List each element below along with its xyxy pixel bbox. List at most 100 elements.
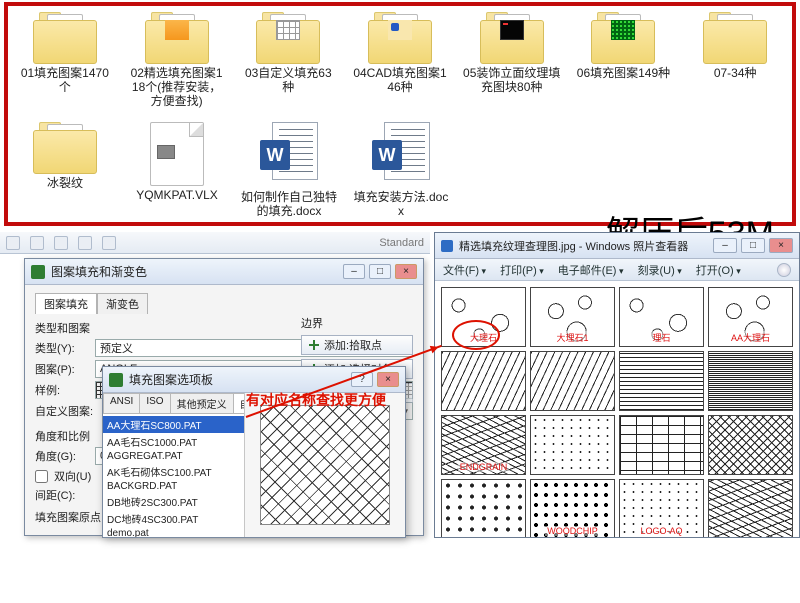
pick-points-button[interactable]: 添加:拾取点 (301, 335, 413, 355)
tab-iso[interactable]: ISO (139, 393, 170, 413)
pattern-item[interactable]: DC地砖4SC300.PAT (103, 510, 244, 527)
pattern-list: ANSI ISO 其他预定义 自定义 AA大理石SC800.PATAA毛石SC1… (103, 393, 245, 537)
folder-label: 冰裂纹 (47, 176, 83, 190)
folder-05[interactable]: 05装饰立面纹理填充图块80种 (463, 12, 561, 108)
pattern-item[interactable]: AA毛石SC1000.PAT (103, 433, 244, 450)
pattern-items[interactable]: AA大理石SC800.PATAA毛石SC1000.PATAGGREGAT.PAT… (103, 414, 244, 537)
tool-button[interactable] (78, 236, 92, 250)
file-label: YQMKPAT.VLX (136, 188, 218, 202)
texture-label: AA大理石 (729, 331, 772, 344)
texture-cell[interactable]: WOODCHIP (530, 479, 615, 537)
file-docx-howto[interactable]: W如何制作自己独特的填充.docx (240, 122, 338, 218)
texture-cell[interactable]: AA大理石 (708, 287, 793, 347)
tab-ansi[interactable]: ANSI (103, 393, 140, 413)
tool-button[interactable] (6, 236, 20, 250)
tool-button[interactable] (102, 236, 116, 250)
menu-email[interactable]: 电子邮件(E) (558, 262, 624, 278)
hatch-titlebar[interactable]: 图案填充和渐变色 – □ × (25, 259, 423, 285)
close-button[interactable]: × (395, 264, 417, 279)
pattern-preview (245, 393, 405, 537)
checkbox-double[interactable] (35, 470, 48, 483)
pattern-item[interactable]: AA大理石SC800.PAT (103, 416, 244, 433)
pattern-item[interactable]: AK毛石砌体SC100.PAT (103, 463, 244, 480)
file-docx-install[interactable]: W填充安装方法.docx (352, 122, 450, 218)
texture-cell[interactable]: 理石 (619, 287, 704, 347)
tab-custom[interactable]: 自定义 (233, 393, 245, 413)
app-icon (31, 265, 45, 279)
menu-open[interactable]: 打开(O) (696, 262, 741, 278)
viewer-titlebar[interactable]: 精选填充纹理查理图.jpg - Windows 照片查看器 – □ × (435, 233, 799, 259)
viewer-app-icon (441, 240, 453, 252)
folder-icon (33, 122, 97, 174)
word-icon: W (260, 122, 318, 188)
folder-label: 06填充图案149种 (577, 66, 670, 80)
texture-label: ENDGRAIN (458, 462, 510, 472)
texture-cell[interactable] (708, 479, 793, 537)
tool-button[interactable] (54, 236, 68, 250)
help-icon[interactable] (777, 263, 791, 277)
folder-02[interactable]: 02精选填充图案118个(推荐安装，方便查找) (128, 12, 226, 108)
palette-titlebar[interactable]: 填充图案选项板 ? × (103, 367, 405, 393)
select-value: 预定义 (100, 340, 133, 356)
texture-label: WOODCHIP (545, 526, 600, 536)
pattern-item[interactable]: AGGREGAT.PAT (103, 450, 244, 463)
texture-cell[interactable]: 大理石1 (530, 287, 615, 347)
texture-cell[interactable]: LOGO-AQ (619, 479, 704, 537)
pattern-item[interactable]: BACKGRD.PAT (103, 480, 244, 493)
texture-label: 大理石1 (554, 331, 590, 344)
minimize-button[interactable]: – (713, 238, 737, 253)
folder-03[interactable]: 03自定义填充63种 (239, 12, 337, 108)
viewer-title: 精选填充纹理查理图.jpg - Windows 照片查看器 (459, 238, 688, 254)
help-button[interactable]: ? (351, 372, 373, 387)
folder-icon (591, 12, 655, 64)
explorer-row-1: 01填充图案1470个 02精选填充图案118个(推荐安装，方便查找) 03自定… (10, 12, 790, 108)
folder-icon (145, 12, 209, 64)
folder-01[interactable]: 01填充图案1470个 (16, 12, 114, 108)
texture-cell[interactable]: 大理石 (441, 287, 526, 347)
texture-thumb (442, 480, 525, 537)
close-button[interactable]: × (769, 238, 793, 253)
texture-cell[interactable] (441, 479, 526, 537)
menu-file[interactable]: 文件(F) (443, 262, 486, 278)
tab-other[interactable]: 其他预定义 (170, 393, 234, 413)
menu-burn[interactable]: 刻录(U) (637, 262, 681, 278)
texture-gallery[interactable]: 大理石大理石1 理石 AA大理石 ENDGRAIN WOODCHIP LOGO-AQ (435, 281, 799, 537)
label-type: 类型(Y): (35, 340, 89, 356)
thumb-icon (500, 20, 524, 40)
texture-cell[interactable]: ENDGRAIN (441, 415, 526, 475)
palette-tabs: ANSI ISO 其他预定义 自定义 (103, 393, 244, 414)
folder-ice[interactable]: 冰裂纹 (16, 122, 114, 218)
texture-cell[interactable] (708, 415, 793, 475)
texture-cell[interactable] (619, 415, 704, 475)
menu-print[interactable]: 打印(P) (500, 262, 544, 278)
preview-swatch (260, 405, 390, 525)
maximize-button[interactable]: □ (741, 238, 765, 253)
checkbox-label: 双向(U) (54, 468, 91, 484)
folder-icon (480, 12, 544, 64)
folder-04[interactable]: 04CAD填充图案146种 (351, 12, 449, 108)
texture-cell[interactable] (530, 351, 615, 411)
pattern-item[interactable]: demo.pat (103, 527, 244, 537)
texture-cell[interactable] (441, 351, 526, 411)
label-spacing: 间距(C): (35, 487, 89, 503)
tab-gradient[interactable]: 渐变色 (97, 293, 148, 314)
minimize-button[interactable]: – (343, 264, 365, 279)
folder-07[interactable]: 07-34种 (686, 12, 784, 108)
folder-06[interactable]: 06填充图案149种 (575, 12, 673, 108)
texture-cell[interactable] (619, 351, 704, 411)
folder-label: 05装饰立面纹理填充图块80种 (463, 66, 561, 94)
tool-button[interactable] (30, 236, 44, 250)
tab-hatch[interactable]: 图案填充 (35, 293, 97, 314)
pattern-item[interactable]: DB地砖2SC300.PAT (103, 493, 244, 510)
texture-thumb (709, 480, 792, 537)
maximize-button[interactable]: □ (369, 264, 391, 279)
photo-viewer-window: 精选填充纹理查理图.jpg - Windows 照片查看器 – □ × 文件(F… (434, 232, 800, 538)
file-vlx[interactable]: YQMKPAT.VLX (128, 122, 226, 218)
texture-cell[interactable] (708, 351, 793, 411)
label-sample: 样例: (35, 382, 89, 398)
explorer-selection: 01填充图案1470个 02精选填充图案118个(推荐安装，方便查找) 03自定… (4, 2, 796, 226)
button-label: 添加:拾取点 (324, 337, 382, 353)
texture-cell[interactable] (530, 415, 615, 475)
viewer-menu: 文件(F) 打印(P) 电子邮件(E) 刻录(U) 打开(O) (435, 259, 799, 281)
close-button[interactable]: × (377, 372, 399, 387)
